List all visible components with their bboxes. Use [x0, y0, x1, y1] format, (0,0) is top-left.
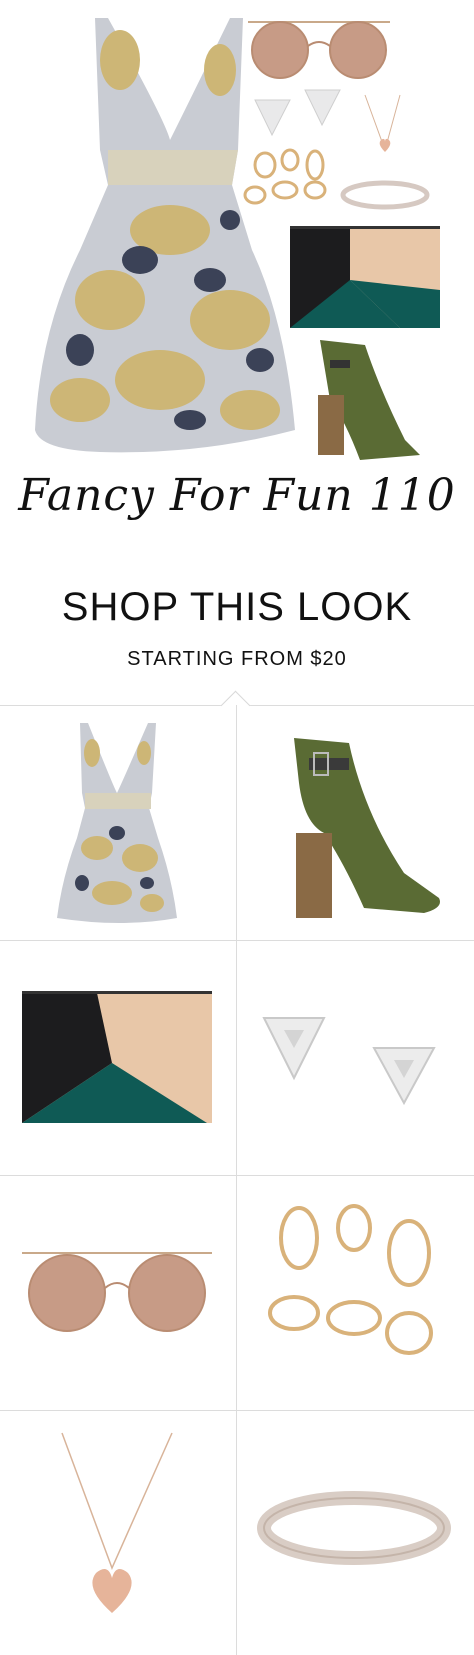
rings-image — [243, 148, 327, 205]
product-tile-bracelet[interactable] — [237, 1411, 471, 1645]
clutch-image — [290, 226, 440, 328]
product-tile-rings[interactable] — [237, 1176, 471, 1410]
dress-thumbnail — [57, 723, 177, 923]
necklace-image — [364, 94, 401, 152]
product-tile-clutch[interactable] — [0, 941, 234, 1175]
earrings-thumbnail — [262, 1017, 436, 1106]
starting-price: STARTING FROM $20 — [127, 648, 347, 670]
product-tile-earrings[interactable] — [237, 941, 471, 1175]
earrings-image — [254, 89, 341, 137]
product-tile-sunglasses[interactable] — [0, 1176, 234, 1410]
bootie-thumbnail — [294, 738, 440, 918]
sunglasses-thumbnail — [22, 1252, 212, 1332]
product-tile-bootie[interactable] — [237, 706, 471, 940]
clutch-thumbnail — [22, 991, 212, 1123]
necklace-thumbnail — [61, 1432, 173, 1613]
bracelet-thumbnail — [257, 1491, 451, 1565]
collage-title: Fancy For Fun 110 — [18, 470, 456, 521]
product-tile-dress[interactable] — [0, 706, 234, 940]
sunglasses-image — [248, 21, 390, 79]
shop-this-look-heading: SHOP THIS LOOK — [61, 585, 413, 629]
product-tile-necklace[interactable] — [0, 1411, 234, 1645]
dress-image — [35, 18, 295, 453]
bootie-image — [318, 340, 420, 460]
rings-thumbnail — [268, 1204, 433, 1355]
bracelet-image — [340, 180, 430, 210]
